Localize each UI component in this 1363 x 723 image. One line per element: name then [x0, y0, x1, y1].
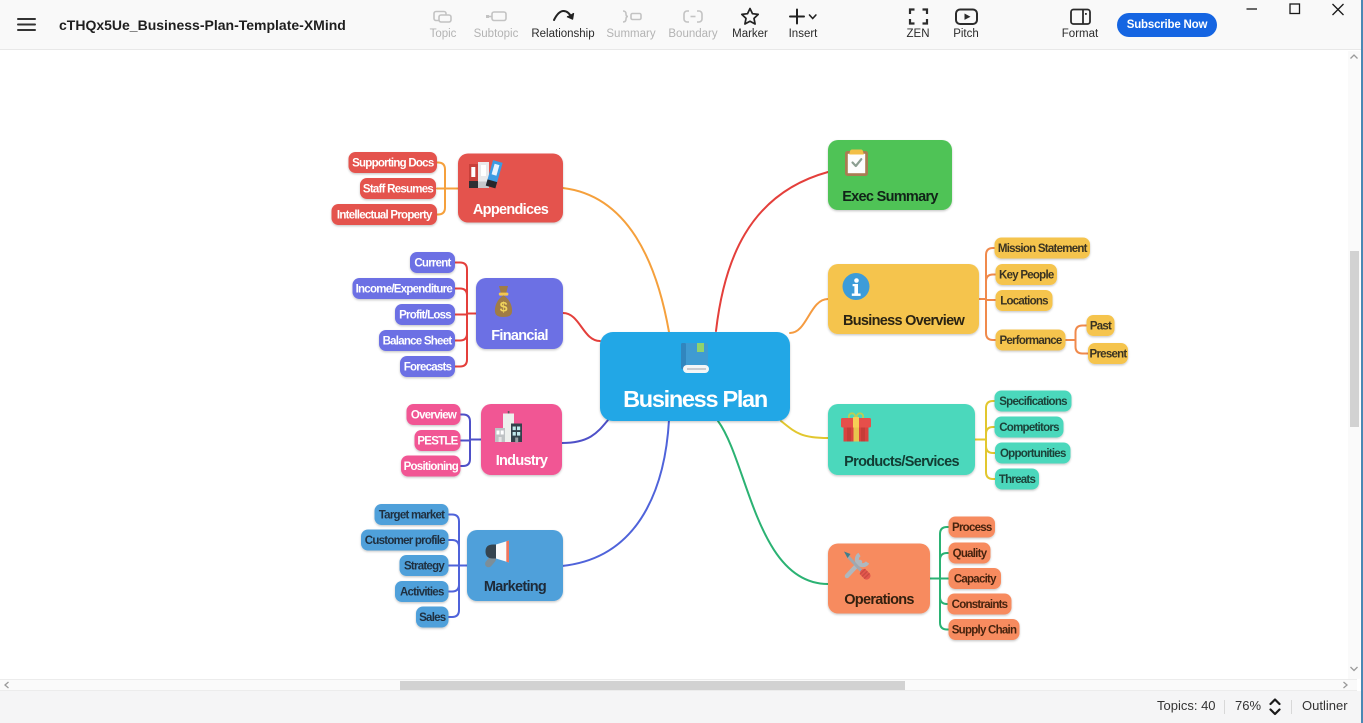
svg-text:Balance Sheet: Balance Sheet	[383, 336, 453, 348]
svg-text:Supply Chain: Supply Chain	[952, 625, 1017, 637]
svg-text:Locations: Locations	[1000, 296, 1048, 308]
svg-text:Positioning: Positioning	[404, 461, 459, 473]
svg-text:Income/Expenditure: Income/Expenditure	[356, 284, 453, 296]
svg-text:Customer profile: Customer profile	[365, 535, 445, 547]
svg-text:Business Overview: Business Overview	[843, 313, 966, 329]
svg-text:Operations: Operations	[844, 592, 914, 608]
svg-text:Exec Summary: Exec Summary	[842, 189, 938, 205]
svg-text:Process: Process	[952, 522, 992, 534]
svg-text:Forecasts: Forecasts	[404, 362, 452, 374]
svg-text:Mission Statement: Mission Statement	[998, 243, 1088, 255]
svg-text:Past: Past	[1090, 321, 1112, 333]
svg-text:Target market: Target market	[379, 510, 445, 522]
svg-text:Key People: Key People	[999, 270, 1054, 282]
svg-text:Appendices: Appendices	[473, 202, 549, 218]
svg-text:Present: Present	[1090, 349, 1128, 361]
svg-text:Industry: Industry	[496, 453, 548, 469]
svg-text:Sales: Sales	[419, 612, 446, 624]
svg-text:Products/Services: Products/Services	[844, 454, 959, 470]
svg-text:Capacity: Capacity	[954, 574, 997, 586]
svg-text:Activities: Activities	[400, 587, 444, 599]
svg-text:Competitors: Competitors	[999, 422, 1059, 434]
svg-text:Intellectual Property: Intellectual Property	[337, 210, 433, 222]
svg-text:Marketing: Marketing	[484, 579, 546, 595]
svg-text:Staff Resumes: Staff Resumes	[363, 184, 433, 196]
svg-text:Performance: Performance	[999, 335, 1061, 347]
svg-text:Constraints: Constraints	[952, 599, 1008, 611]
svg-text:PESTLE: PESTLE	[417, 436, 458, 448]
svg-text:Threats: Threats	[999, 474, 1036, 486]
svg-text:Business Plan: Business Plan	[623, 386, 767, 412]
svg-text:Opportunities: Opportunities	[1000, 448, 1066, 460]
svg-text:$: $	[500, 299, 508, 315]
svg-text:Financial: Financial	[491, 328, 548, 344]
svg-text:Current: Current	[414, 258, 451, 270]
svg-text:Strategy: Strategy	[404, 561, 445, 573]
svg-text:Profit/Loss: Profit/Loss	[399, 310, 451, 322]
svg-text:Specifications: Specifications	[999, 396, 1067, 408]
svg-text:Supporting Docs: Supporting Docs	[352, 158, 434, 170]
svg-text:Overview: Overview	[411, 410, 457, 422]
svg-text:Quality: Quality	[953, 548, 988, 560]
